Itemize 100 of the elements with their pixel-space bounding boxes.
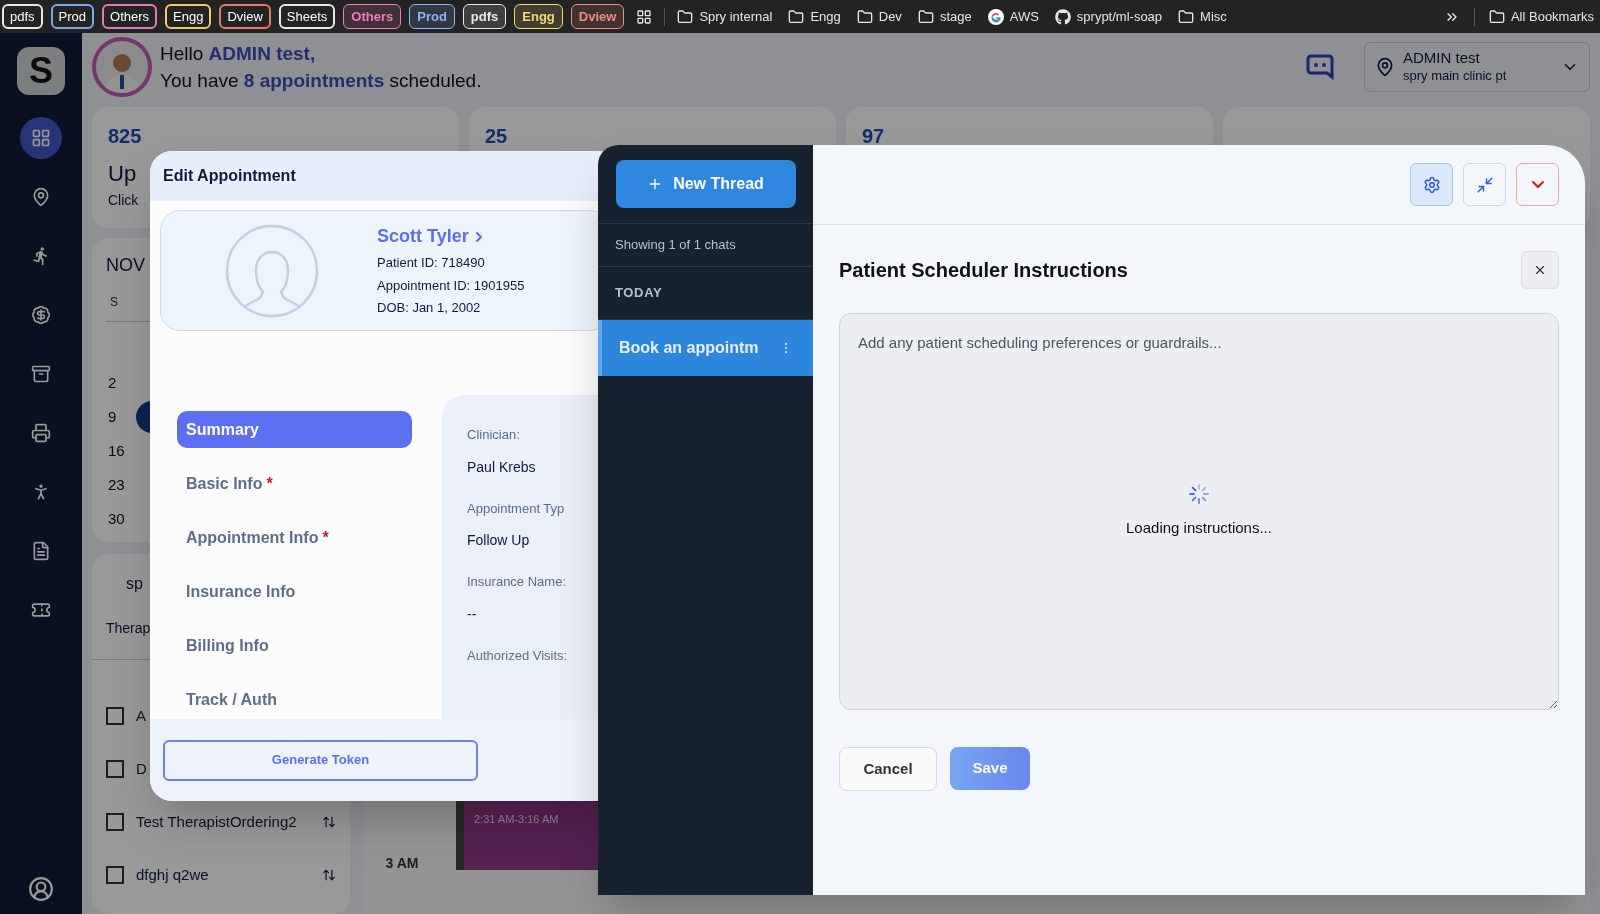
section-tab[interactable]: Summary (177, 411, 412, 449)
therapist-name: A (136, 705, 146, 726)
calendar-month: NOV (106, 254, 146, 277)
bookmark-link[interactable]: AWS (983, 6, 1043, 27)
apps-icon[interactable] (636, 8, 653, 25)
bookmark-link[interactable]: sprypt/ml-soap (1050, 6, 1167, 27)
pin-icon (1375, 57, 1395, 77)
grid-icon (31, 128, 51, 148)
settings-icon (1422, 175, 1441, 194)
required-mark: * (266, 473, 273, 494)
patient-detail: Appointment ID: 1901955 (377, 276, 525, 295)
patient-detail: Patient ID: 718490 (377, 254, 486, 273)
field-label: Clinician: (467, 426, 521, 444)
therapist-name: Test TherapistOrdering2 (136, 811, 297, 832)
bookmark-chip[interactable]: pdfs (462, 3, 507, 30)
bookmark-chip[interactable]: Engg (514, 3, 563, 30)
calendar-day[interactable]: 2 (108, 371, 124, 395)
printer-icon (31, 423, 51, 443)
field-value: -- (467, 604, 478, 624)
archive-icon (31, 364, 51, 384)
bookmark-link[interactable]: Spry internal (673, 6, 777, 27)
checkbox[interactable] (106, 707, 124, 725)
bookmark-chip[interactable]: Engg (165, 3, 212, 30)
github-icon (1054, 8, 1071, 25)
field-value: Paul Krebs (467, 457, 537, 477)
minimize-icon (1475, 175, 1494, 194)
dialog-title: Edit Appointment (163, 166, 296, 186)
document-icon (31, 541, 51, 561)
bookmark-link[interactable]: stage (913, 6, 976, 27)
close-icon (1533, 263, 1547, 277)
stat-title: Up (108, 160, 137, 188)
stat-value: 25 (485, 124, 508, 149)
section-tab[interactable]: Billing Info (177, 627, 412, 665)
sidebar-item[interactable] (20, 117, 62, 159)
checkbox[interactable] (106, 760, 124, 778)
therapist-name: dfghj q2we (136, 864, 209, 885)
calendar-day[interactable]: 30 (108, 507, 124, 531)
dollar-icon (31, 305, 51, 325)
bookmark-chip[interactable]: pdfs (2, 3, 43, 30)
therapist-filter[interactable]: Therap (106, 618, 151, 639)
chat-count: Showing 1 of 1 chats (615, 236, 736, 255)
appointments-summary: You have 8 appointments scheduled. (160, 69, 482, 93)
calendar-day[interactable]: 16 (108, 439, 124, 463)
bookmark-link[interactable]: Misc (1174, 6, 1231, 27)
loading-spinner-icon (1188, 483, 1210, 505)
bookmark-chip[interactable]: Prod (409, 3, 455, 30)
patient-name-link[interactable]: Scott Tyler (377, 223, 525, 251)
clinic-selector[interactable]: ADMIN test spry main clinic pt (1364, 42, 1590, 92)
folder-icon (1488, 8, 1505, 25)
bookmark-chip[interactable]: Dview (570, 3, 625, 30)
profile-icon[interactable] (28, 876, 54, 902)
bookmark-chip[interactable]: Dview (219, 3, 271, 30)
account-name: ADMIN test (1403, 49, 1481, 67)
folder-icon (917, 8, 934, 25)
bookmark-link[interactable]: Dev (852, 6, 906, 27)
all-bookmarks-link[interactable]: All Bookmarks (1488, 6, 1598, 27)
calendar-day[interactable]: 23 (108, 473, 124, 497)
patient-avatar-icon (225, 223, 319, 318)
chat-icon[interactable] (1306, 54, 1334, 80)
clinic-name: spry main clinic pt (1403, 67, 1508, 85)
bookmark-chip[interactable]: Others (102, 3, 158, 30)
checkbox[interactable] (106, 813, 124, 831)
bookmark-link[interactable]: Engg (784, 6, 845, 27)
section-tab[interactable]: Track / Auth (177, 681, 412, 720)
greeting-text: Hello ADMIN test, (160, 42, 317, 66)
ticket-icon (31, 600, 51, 620)
sort-icon[interactable] (322, 815, 336, 829)
cancel-button[interactable]: Cancel (839, 747, 937, 791)
therapist-name: D (136, 758, 147, 779)
checkbox[interactable] (106, 866, 124, 884)
sort-icon[interactable] (322, 868, 336, 882)
bookmark-chip[interactable]: Others (343, 3, 402, 30)
appointment-time: 2:31 AM-3:16 AM (474, 813, 559, 825)
google-icon (987, 8, 1004, 25)
settings-button[interactable] (1410, 163, 1453, 206)
time-label: 3 AM (385, 854, 419, 873)
avatar (92, 37, 152, 97)
section-tab[interactable]: Basic Info * (177, 465, 412, 503)
stat-value: 825 (108, 124, 142, 149)
therapists-title: sp (126, 574, 143, 594)
instructions-title: Patient Scheduler Instructions (839, 258, 1128, 283)
section-tab[interactable]: Insurance Info (177, 573, 412, 611)
stat-value: 97 (862, 124, 885, 149)
calendar-day[interactable]: 9 (108, 405, 124, 429)
new-thread-button[interactable]: New Thread (615, 160, 796, 208)
weekday-label: S (110, 294, 119, 311)
bookmark-chip[interactable]: Sheets (278, 3, 336, 30)
loading-text: Loading instructions... (1126, 518, 1272, 538)
field-label: Insurance Name: (467, 573, 567, 591)
section-tab[interactable]: Appointment Info * (177, 519, 412, 557)
generate-token-button[interactable]: Generate Token (163, 739, 478, 781)
folder-icon (788, 8, 805, 25)
required-mark: * (322, 527, 329, 548)
stat-subtitle: Click (108, 191, 139, 210)
bookmark-chip[interactable]: Prod (50, 3, 95, 30)
group-label: TODAY (615, 284, 663, 303)
pin-icon (31, 187, 51, 207)
app-logo[interactable]: S (17, 47, 65, 95)
field-label: Appointment Typ (467, 499, 566, 518)
patient-detail: DOB: Jan 1, 2002 (377, 299, 482, 318)
